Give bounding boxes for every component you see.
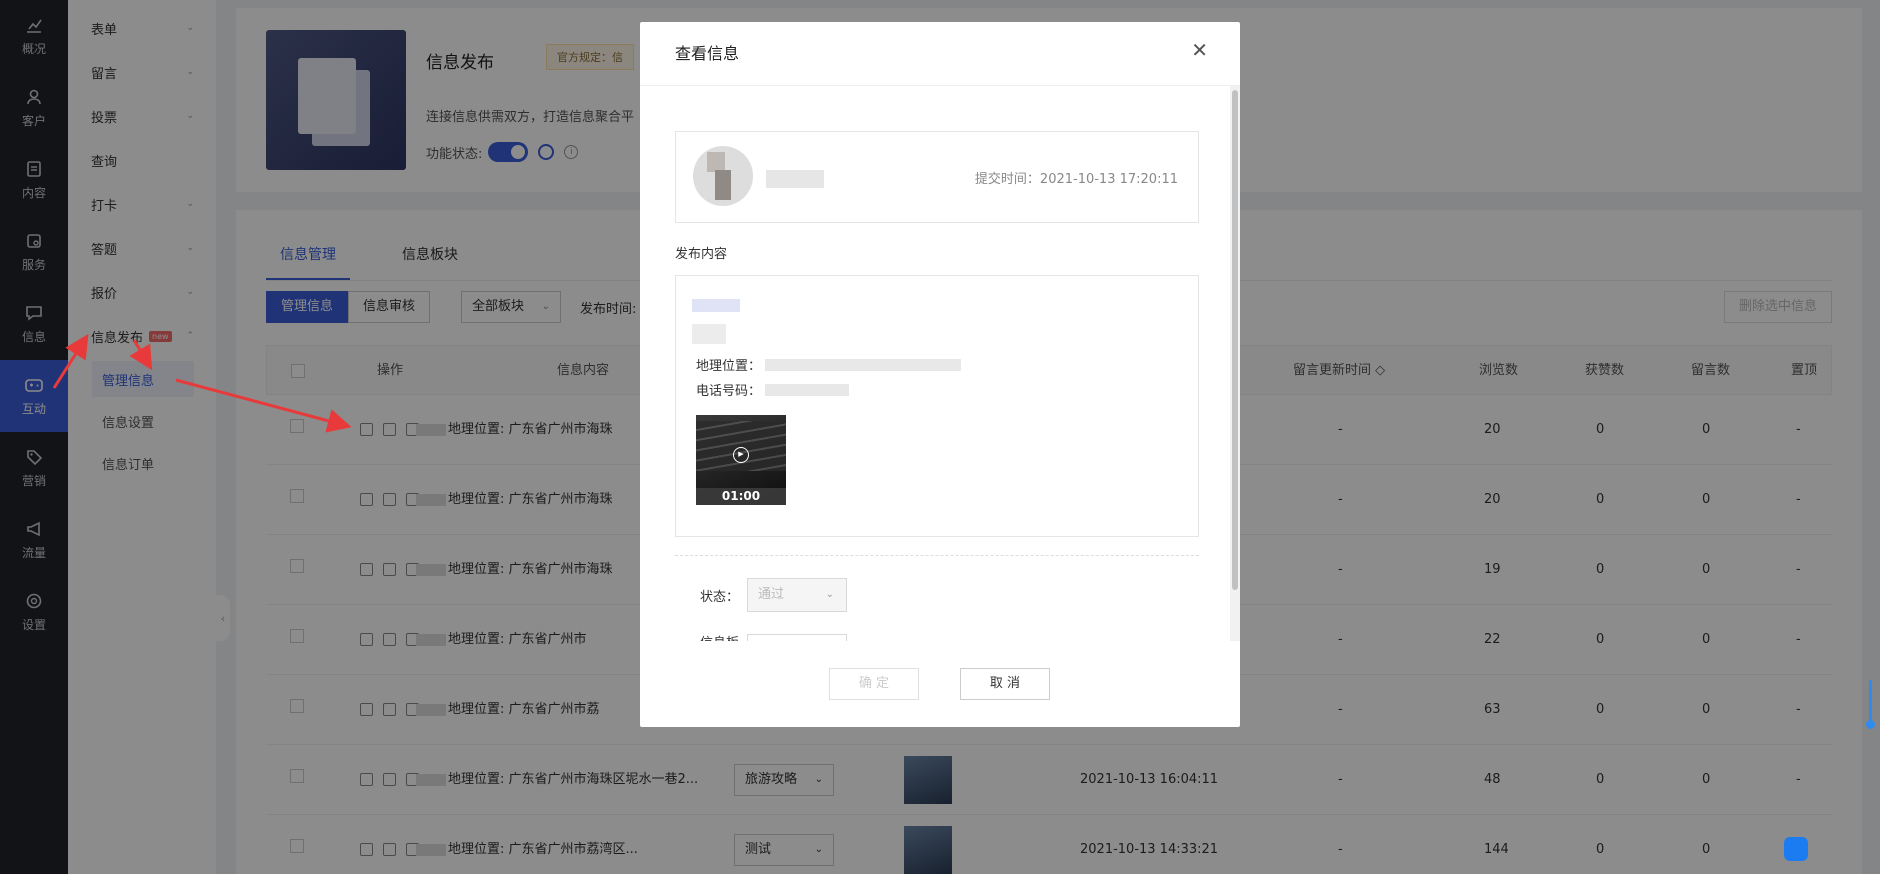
modal-title: 查看信息 <box>675 44 740 63</box>
chevron-down-icon: ⌄ <box>825 589 834 600</box>
avatar <box>693 146 753 206</box>
cancel-button[interactable]: 取 消 <box>960 668 1050 700</box>
content-text-blurred <box>692 324 726 344</box>
video-duration: 01:00 <box>696 488 786 505</box>
submit-time: 提交时间：2021-10-13 17:20:11 <box>974 172 1178 187</box>
help-float-icon[interactable] <box>1784 837 1808 861</box>
status-row: 状态： 通过 ⌄ <box>675 578 847 612</box>
status-select: 通过 ⌄ <box>747 578 847 612</box>
location-line: 地理位置： <box>696 355 962 374</box>
modal-header: 查看信息 ✕ <box>640 22 1240 86</box>
confirm-button[interactable]: 确 定 <box>829 668 919 700</box>
board-row: 信息板块： 测试⌄ <box>675 632 847 641</box>
publish-content-box: 地理位置： 电话号码： ▶ 01:00 <box>675 275 1199 537</box>
submitter-name-blurred <box>766 170 824 188</box>
view-info-modal: 查看信息 ✕ 提交时间：2021-10-13 17:20:11 发布内容 地理位… <box>640 22 1240 727</box>
section-title: 发布内容 <box>675 247 728 262</box>
modal-scrollbar[interactable] <box>1230 86 1240 641</box>
phone-line: 电话号码： <box>696 380 850 399</box>
play-icon[interactable]: ▶ <box>733 447 749 463</box>
content-text-blurred <box>692 299 740 312</box>
modal-body: 提交时间：2021-10-13 17:20:11 发布内容 地理位置： 电话号码… <box>640 86 1230 641</box>
video-thumbnail[interactable]: ▶ 01:00 <box>696 415 786 505</box>
close-icon[interactable]: ✕ <box>1191 22 1208 78</box>
modal-footer: 确 定 取 消 <box>640 641 1240 727</box>
board-select-modal[interactable]: 测试⌄ <box>747 634 847 641</box>
side-scroll-dot[interactable] <box>1866 720 1875 729</box>
submitter-card: 提交时间：2021-10-13 17:20:11 <box>675 131 1199 223</box>
